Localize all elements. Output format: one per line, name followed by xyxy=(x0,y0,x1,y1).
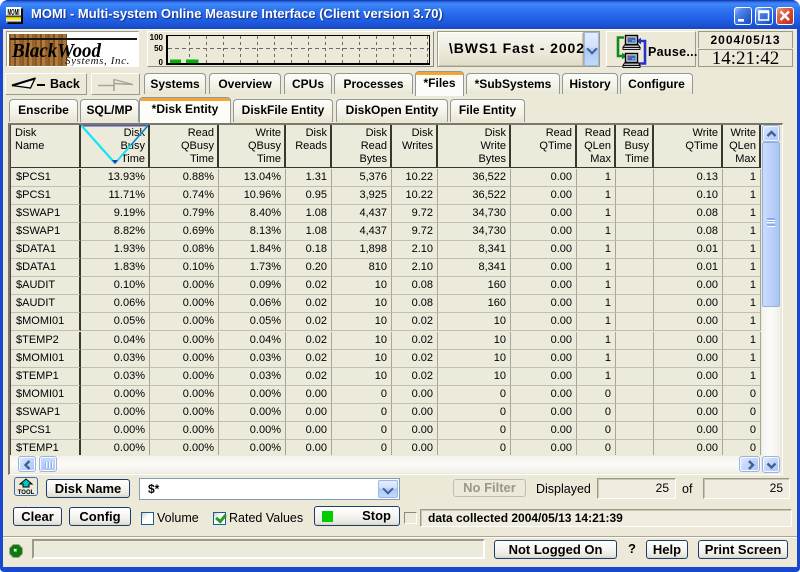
svg-text:TOOL: TOOL xyxy=(18,490,35,495)
svg-text:MOMI: MOMI xyxy=(8,8,20,17)
